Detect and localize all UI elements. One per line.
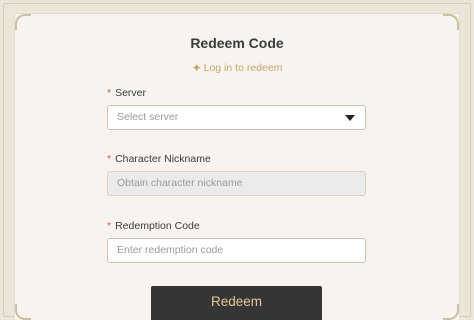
corner-ornament (15, 304, 31, 320)
server-select-placeholder: Select server (117, 111, 179, 123)
server-label: * Server (107, 87, 146, 99)
nickname-field: Obtain character nickname (107, 171, 366, 196)
sparkle-icon: ✦ (191, 61, 202, 75)
corner-ornament (443, 304, 459, 320)
redeem-button[interactable]: Redeem (151, 286, 322, 320)
server-select[interactable]: Select server (107, 105, 366, 130)
required-marker: * (107, 220, 112, 232)
redeem-panel (14, 13, 460, 320)
nickname-label: * Character Nickname (107, 153, 211, 165)
required-marker: * (107, 153, 112, 165)
required-marker: * (107, 87, 112, 99)
server-label-text: Server (115, 87, 147, 99)
nickname-placeholder: Obtain character nickname (117, 177, 243, 189)
login-link[interactable]: ✦ Log in to redeem (0, 61, 474, 75)
login-link-label: Log in to redeem (203, 62, 283, 74)
nickname-label-text: Character Nickname (115, 153, 211, 165)
corner-ornament (443, 14, 459, 30)
caret-down-icon (345, 115, 355, 121)
redemption-code-placeholder: Enter redemption code (117, 244, 224, 256)
redemption-code-input[interactable]: Enter redemption code (107, 238, 366, 263)
redemption-code-label-text: Redemption Code (115, 220, 200, 232)
page-title: Redeem Code (190, 35, 284, 51)
redemption-code-label: * Redemption Code (107, 220, 200, 232)
corner-ornament (15, 14, 31, 30)
